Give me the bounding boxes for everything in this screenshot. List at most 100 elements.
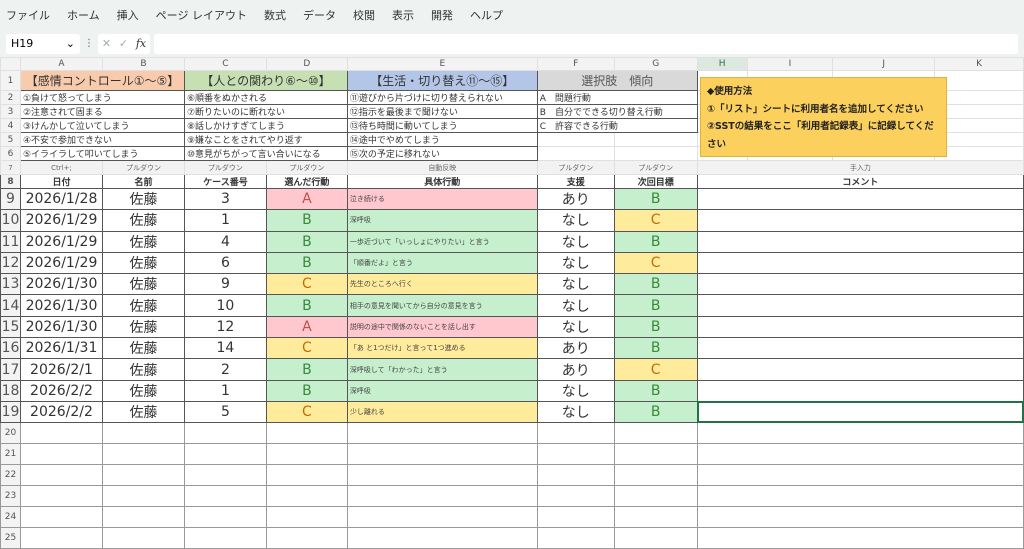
cell[interactable] [183, 527, 267, 549]
detail-cell[interactable]: 泣き続ける [346, 187, 538, 211]
name-cell[interactable]: 佐藤 [101, 294, 185, 317]
cell[interactable] [613, 527, 698, 549]
comment-cell[interactable] [696, 464, 1024, 487]
column-header-g[interactable]: G [613, 57, 698, 71]
column-header-a[interactable]: A [19, 57, 103, 71]
detail-cell[interactable]: 深呼吸 [346, 379, 538, 402]
cell[interactable] [101, 422, 185, 445]
cell[interactable] [613, 485, 698, 508]
column-header-h[interactable]: H [696, 57, 748, 71]
cell[interactable] [183, 422, 267, 445]
cell[interactable] [183, 485, 267, 508]
case-cell[interactable]: 2 [183, 358, 267, 381]
column-header-d[interactable]: D [265, 57, 348, 71]
list-item[interactable]: ⑧話しかけすぎてしまう [183, 118, 348, 133]
action-cell[interactable]: C [265, 400, 348, 424]
row-header[interactable]: 15 [0, 315, 21, 339]
input-hint[interactable]: Ctrl+; [19, 160, 103, 175]
support-cell[interactable]: なし [536, 315, 615, 339]
cell[interactable] [613, 422, 698, 445]
cell[interactable] [934, 146, 1024, 161]
goal-cell[interactable]: B [613, 230, 698, 253]
action-cell[interactable]: C [265, 337, 348, 360]
support-cell[interactable]: なし [536, 273, 615, 296]
row-header[interactable]: 17 [0, 358, 21, 381]
cell[interactable] [19, 527, 103, 549]
cell[interactable] [536, 443, 615, 466]
name-box[interactable]: H19 ⌄ [6, 33, 80, 54]
comment-cell[interactable] [696, 527, 1024, 549]
cell[interactable] [265, 527, 348, 549]
cell[interactable] [536, 422, 615, 445]
row-header[interactable]: 25 [0, 527, 21, 549]
header-life-switching[interactable]: 【生活・切り替え⑪～⑮】 [346, 70, 538, 91]
chevron-down-icon[interactable]: ⌄ [66, 37, 75, 50]
name-cell[interactable]: 佐藤 [101, 230, 185, 253]
cell[interactable] [346, 485, 538, 508]
cell[interactable] [19, 506, 103, 529]
cell[interactable] [183, 443, 267, 466]
header-relationships[interactable]: 【人との関わり⑥～⑩】 [183, 70, 348, 91]
menu-item[interactable]: データ [303, 7, 336, 23]
row-header[interactable]: 7 [0, 160, 21, 175]
list-item[interactable]: ⑥順番をぬかされる [183, 90, 348, 105]
menu-item[interactable]: 校閲 [353, 7, 375, 23]
column-title[interactable]: ケース番号 [183, 174, 267, 189]
action-cell[interactable]: B [265, 294, 348, 317]
case-cell[interactable]: 6 [183, 251, 267, 275]
row-header[interactable]: 23 [0, 485, 21, 508]
goal-cell[interactable]: B [613, 315, 698, 339]
comment-cell[interactable] [696, 358, 1024, 381]
cell[interactable] [265, 464, 348, 487]
cell[interactable] [265, 443, 348, 466]
row-header[interactable]: 20 [0, 422, 21, 445]
goal-cell[interactable]: B [613, 400, 698, 424]
cell[interactable] [934, 90, 1024, 105]
cell[interactable] [934, 104, 1024, 119]
row-header[interactable]: 12 [0, 251, 21, 275]
support-cell[interactable]: なし [536, 400, 615, 424]
list-item[interactable]: ⑬待ち時間に動いてしまう [346, 118, 538, 133]
goal-cell[interactable]: B [613, 294, 698, 317]
menu-item[interactable]: 開発 [431, 7, 453, 23]
function-icon[interactable]: fx [136, 37, 146, 50]
cancel-icon[interactable]: ✕ [102, 37, 111, 50]
row-header[interactable]: 10 [0, 209, 21, 232]
column-header-k[interactable]: K [934, 57, 1024, 71]
list-item[interactable]: ⑦断りたいのに断れない [183, 104, 348, 119]
date-cell[interactable]: 2026/1/28 [19, 187, 103, 211]
action-cell[interactable]: A [265, 187, 348, 211]
name-cell[interactable]: 佐藤 [101, 400, 185, 424]
date-cell[interactable]: 2026/2/2 [19, 400, 103, 424]
comment-cell[interactable] [696, 251, 1024, 275]
formula-input[interactable] [154, 33, 1018, 54]
column-title[interactable]: 選んだ行動 [265, 174, 348, 189]
action-cell[interactable]: B [265, 358, 348, 381]
detail-cell[interactable]: 相手の意見を聞いてから自分の意見を言う [346, 294, 538, 317]
detail-cell[interactable]: 少し離れる [346, 400, 538, 424]
date-cell[interactable]: 2026/1/30 [19, 294, 103, 317]
row-header[interactable]: 3 [0, 104, 21, 119]
row-header[interactable]: 11 [0, 230, 21, 253]
date-cell[interactable]: 2026/1/29 [19, 251, 103, 275]
column-title[interactable]: 名前 [101, 174, 185, 189]
input-hint[interactable]: 自動反映 [346, 160, 538, 175]
input-hint[interactable]: プルダウン [101, 160, 185, 175]
row-header[interactable]: 8 [0, 174, 21, 189]
comment-cell[interactable] [696, 485, 1024, 508]
cell[interactable] [183, 506, 267, 529]
list-item[interactable]: ④不安で参加できない [19, 132, 185, 147]
cell[interactable] [536, 485, 615, 508]
cell[interactable] [265, 506, 348, 529]
cell[interactable] [536, 464, 615, 487]
comment-cell[interactable] [696, 187, 1024, 211]
list-item[interactable]: ⑨嫌なことをされてやり返す [183, 132, 348, 147]
row-header[interactable]: 5 [0, 132, 21, 147]
comment-cell[interactable] [696, 230, 1024, 253]
cell[interactable] [536, 527, 615, 549]
case-cell[interactable]: 3 [183, 187, 267, 211]
cell[interactable] [613, 464, 698, 487]
support-cell[interactable]: なし [536, 251, 615, 275]
cell[interactable] [934, 132, 1024, 147]
choice-item[interactable]: A 問題行動 [536, 90, 698, 105]
